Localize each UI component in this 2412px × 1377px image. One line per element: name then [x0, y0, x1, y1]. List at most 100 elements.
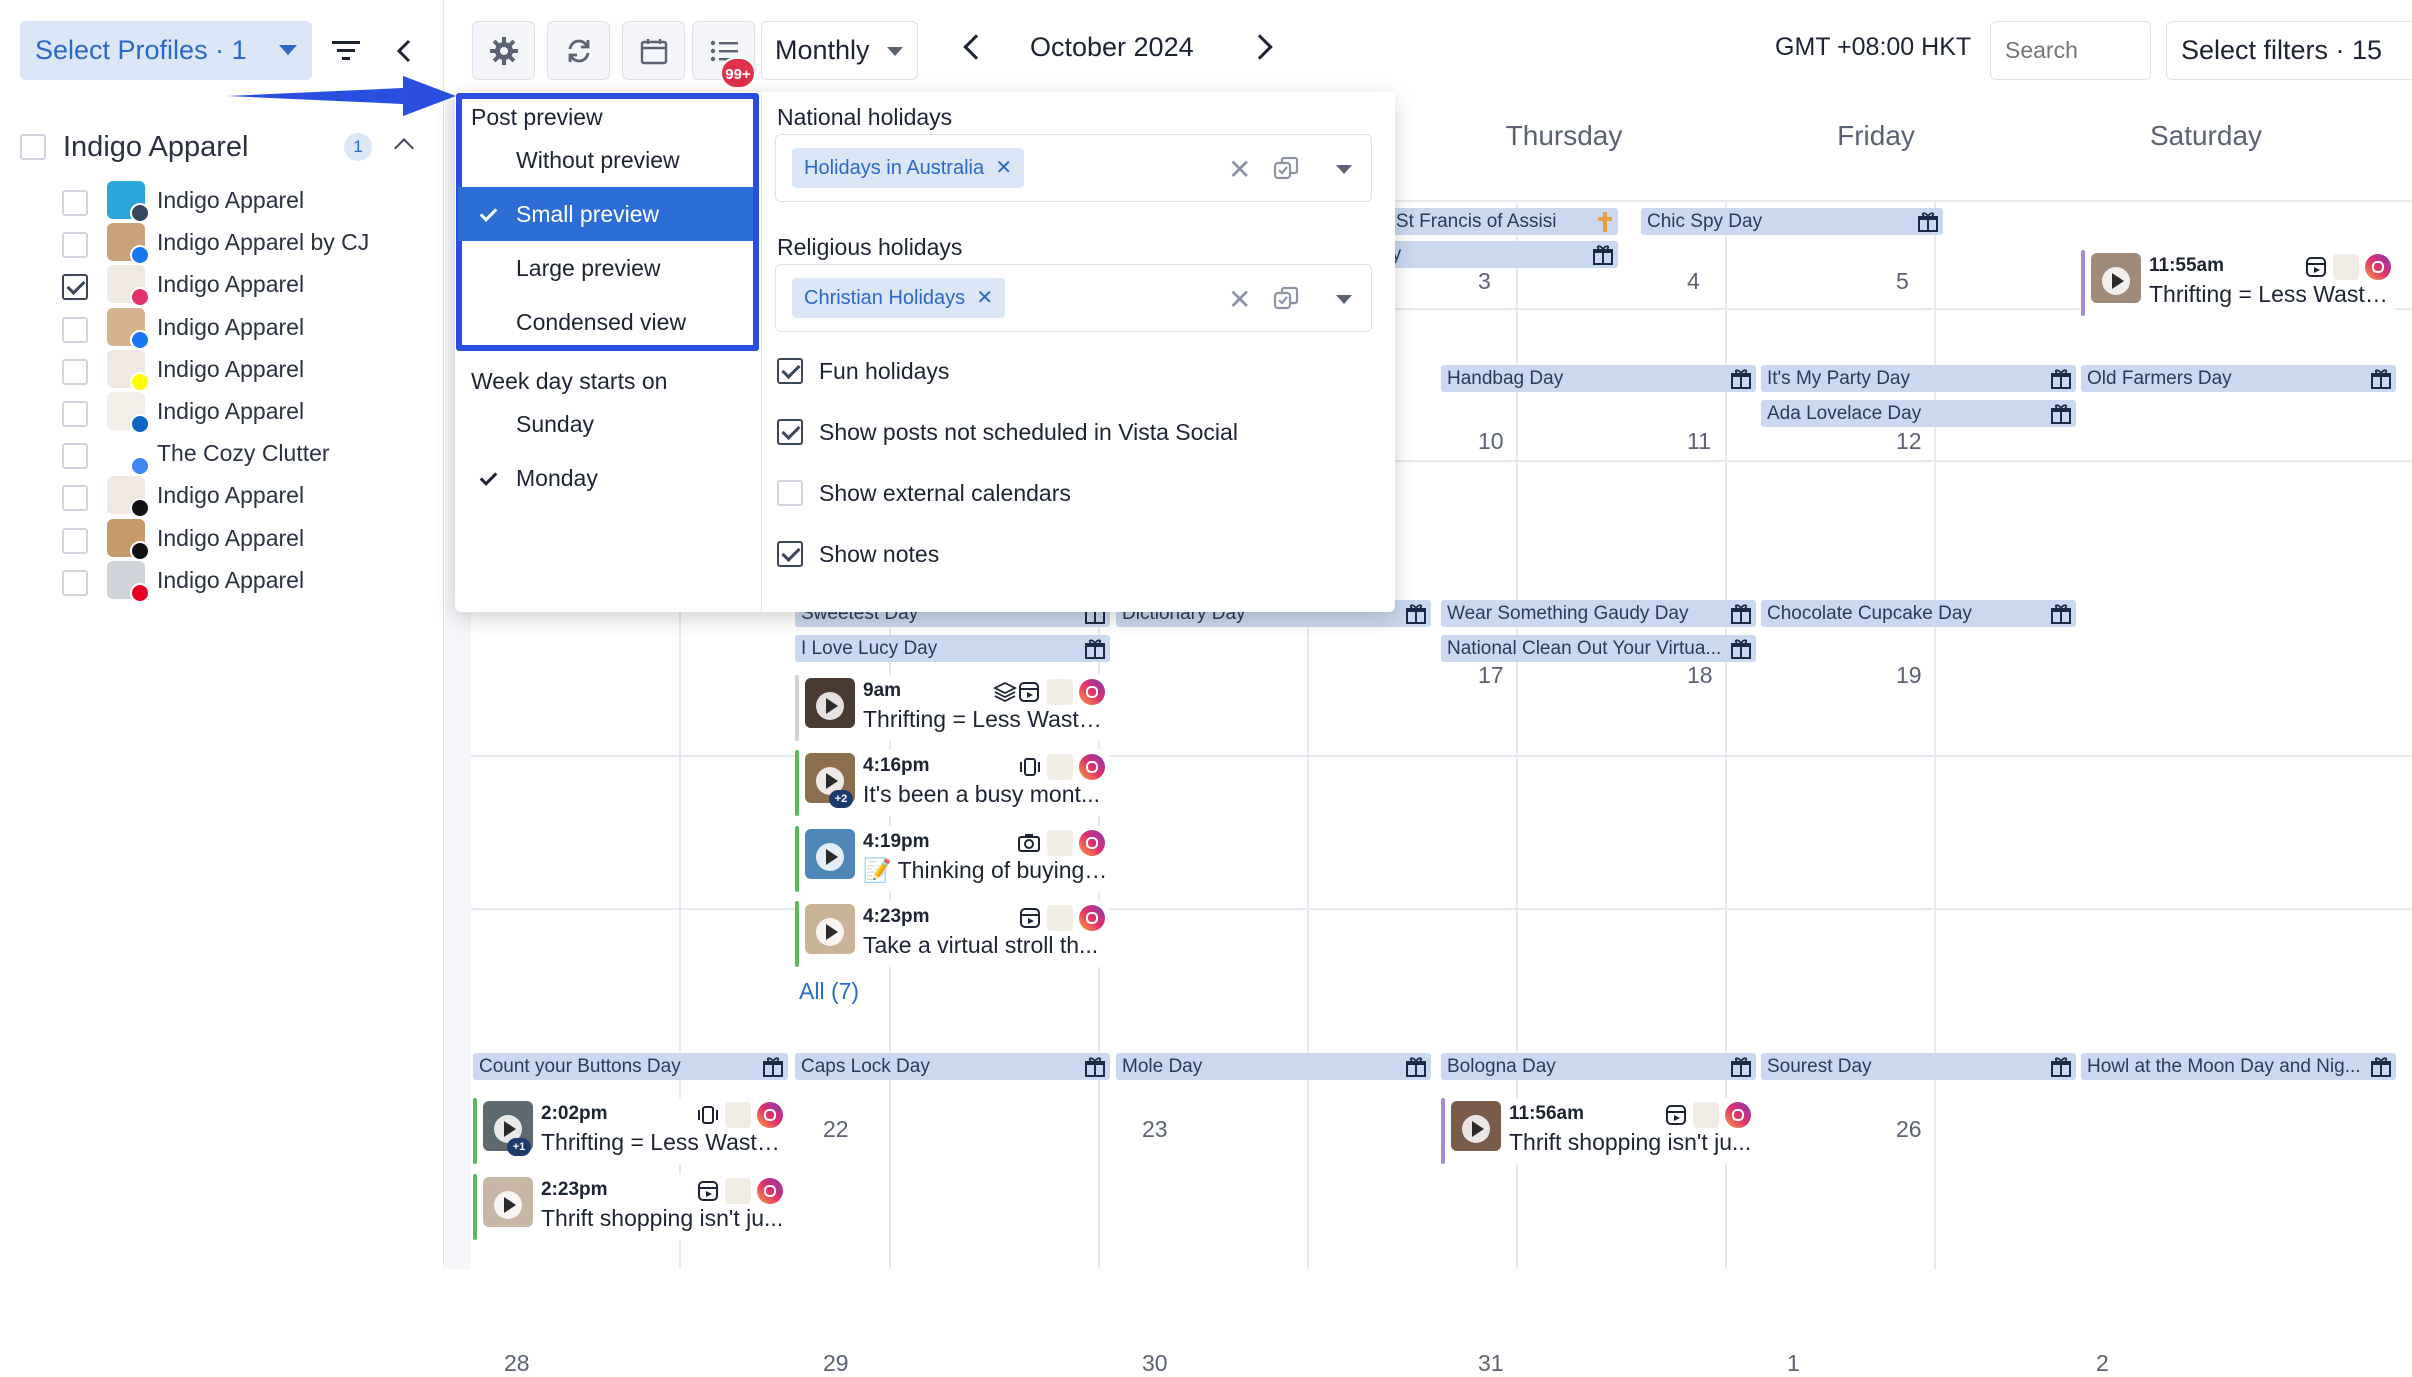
profile-checkbox[interactable]: [62, 443, 88, 470]
show-all-posts-link[interactable]: All (7): [799, 978, 859, 1005]
gift-icon: [2051, 369, 2071, 389]
scheduled-post[interactable]: 4:19pm 📝 Thinking of buying ...: [795, 826, 1109, 892]
scheduled-post[interactable]: +1 2:02pm Thrifting = Less Waste...: [473, 1098, 787, 1164]
scheduled-post[interactable]: +2 4:16pm It's been a busy mont...: [795, 750, 1109, 816]
profile-item[interactable]: Indigo Apparel: [62, 307, 442, 354]
profile-group[interactable]: Indigo Apparel 1: [20, 129, 420, 169]
chevron-down-icon[interactable]: [1336, 295, 1352, 304]
tag-label: Holidays in Australia: [804, 157, 985, 179]
search-input[interactable]: [1990, 21, 2151, 80]
preview-option-large[interactable]: Large preview: [458, 241, 753, 295]
profile-item[interactable]: Indigo Apparel: [62, 265, 442, 311]
profile-item[interactable]: Indigo Apparel by CJ: [62, 223, 442, 269]
gift-icon: [1593, 245, 1613, 265]
holiday-event[interactable]: Wear Something Gaudy Day: [1441, 600, 1756, 627]
profile-name: Indigo Apparel: [157, 355, 305, 382]
profile-name: Indigo Apparel: [157, 482, 305, 509]
profile-checkbox[interactable]: [62, 401, 88, 427]
profile-checkbox[interactable]: [62, 190, 88, 216]
remove-tag-icon[interactable]: ✕: [995, 148, 1012, 188]
post-status-bar: [795, 901, 799, 967]
profile-checkbox[interactable]: [62, 485, 88, 512]
refresh-button[interactable]: [547, 21, 610, 80]
post-time: 11:56am: [1509, 1103, 1585, 1124]
post-text: Thrifting = Less Waste...: [541, 1129, 787, 1155]
profile-checkbox[interactable]: [62, 232, 88, 259]
holiday-event[interactable]: Handbag Day: [1441, 365, 1756, 392]
toggle-checkbox[interactable]: [777, 358, 803, 384]
post-time: 11:55am: [2149, 255, 2225, 276]
profile-item[interactable]: Indigo Apparel: [62, 349, 442, 396]
prev-month-icon[interactable]: [963, 34, 989, 60]
profile-checkbox[interactable]: [62, 358, 88, 385]
view-mode-select[interactable]: Monthly: [761, 21, 918, 80]
holiday-event[interactable]: Bologna Day: [1441, 1053, 1756, 1080]
religious-holidays-select[interactable]: Christian Holidays ✕ ✕: [775, 264, 1372, 332]
national-holidays-select[interactable]: Holidays in Australia ✕ ✕: [775, 134, 1372, 202]
copy-icon[interactable]: [1272, 285, 1300, 313]
holiday-event[interactable]: Old Farmers Day: [2081, 365, 2396, 392]
weekday-option-monday[interactable]: Monday: [458, 451, 753, 505]
toggle-checkbox[interactable]: [777, 480, 803, 506]
profile-checkbox[interactable]: [62, 274, 88, 301]
profile-item[interactable]: Indigo Apparel: [62, 392, 442, 438]
settings-button[interactable]: [472, 21, 535, 80]
holiday-event[interactable]: I Love Lucy Day: [795, 635, 1110, 662]
holiday-event[interactable]: Ada Lovelace Day: [1761, 400, 2076, 427]
toggle-label: Fun holidays: [819, 358, 950, 384]
select-filters-dropdown[interactable]: Select filters · 15: [2166, 21, 2412, 80]
clear-icon[interactable]: ✕: [1228, 153, 1251, 186]
profile-checkbox[interactable]: [62, 569, 88, 596]
collapse-sidebar-icon[interactable]: [392, 36, 416, 66]
profile-checkbox[interactable]: [62, 316, 88, 343]
profile-item[interactable]: Indigo Apparel: [62, 560, 442, 607]
holiday-event[interactable]: National Clean Out Your Virtua...: [1441, 635, 1756, 662]
post-type: [697, 1104, 719, 1126]
holiday-event[interactable]: Howl at the Moon Day and Nig...: [2081, 1053, 2396, 1080]
profile-item[interactable]: The Cozy Clutter: [62, 434, 442, 480]
holiday-event[interactable]: Mole Day: [1116, 1053, 1431, 1080]
instagram-icon: [1079, 905, 1105, 931]
day-number: 4: [1687, 268, 1700, 294]
toggle-checkbox[interactable]: [777, 419, 803, 445]
preview-option-without[interactable]: Without preview: [458, 133, 753, 187]
scheduled-post[interactable]: 2:23pm Thrift shopping isn't ju...: [473, 1174, 787, 1240]
toggle-label: Show external calendars: [819, 480, 1071, 506]
copy-icon[interactable]: [1272, 155, 1300, 183]
play-icon: [816, 918, 844, 946]
preview-option-small[interactable]: Small preview: [458, 187, 753, 241]
filter-icon[interactable]: [330, 36, 362, 66]
holiday-event[interactable]: It's My Party Day: [1761, 365, 2076, 392]
timezone-label[interactable]: GMT +08:00 HKT: [1775, 33, 1971, 62]
next-month-icon[interactable]: [1247, 34, 1273, 60]
holiday-event[interactable]: Chic Spy Day: [1641, 208, 1943, 235]
holiday-event[interactable]: Count your Buttons Day: [473, 1053, 788, 1080]
scheduled-post[interactable]: 9am Thrifting = Less Waste...: [795, 675, 1109, 741]
profile-name: Indigo Apparel: [157, 271, 305, 298]
holiday-event[interactable]: Sourest Day: [1761, 1053, 2076, 1080]
scheduled-post[interactable]: 4:23pm Take a virtual stroll th...: [795, 901, 1109, 967]
profile-item[interactable]: Indigo Apparel: [62, 518, 442, 565]
profile-item[interactable]: Indigo Apparel: [62, 181, 442, 227]
remove-tag-icon[interactable]: ✕: [976, 278, 993, 318]
scheduled-post[interactable]: 11:56am Thrift shopping isn't ju...: [1441, 1098, 1755, 1164]
chevron-down-icon[interactable]: [1336, 165, 1352, 174]
gift-icon: [1918, 212, 1938, 232]
play-icon: [2102, 267, 2130, 295]
clear-icon[interactable]: ✕: [1228, 283, 1251, 316]
chevron-up-icon[interactable]: [394, 138, 414, 158]
holiday-event[interactable]: Chocolate Cupcake Day: [1761, 600, 2076, 627]
toggle-checkbox[interactable]: [777, 541, 803, 567]
profile-checkbox[interactable]: [62, 527, 88, 554]
scheduled-post[interactable]: 11:55am Thrifting = Less Waste...: [2081, 250, 2395, 316]
calendar-view-button[interactable]: [622, 21, 685, 80]
group-checkbox[interactable]: [20, 134, 46, 160]
select-profiles-dropdown[interactable]: Select Profiles · 1: [20, 21, 312, 80]
preview-option-condensed[interactable]: Condensed view: [458, 295, 753, 349]
weekday-option-sunday[interactable]: Sunday: [458, 397, 753, 451]
toggle-label: Show notes: [819, 541, 940, 567]
holiday-event[interactable]: Caps Lock Day: [795, 1053, 1110, 1080]
profile-item[interactable]: Indigo Apparel: [62, 476, 442, 522]
profile-name: Indigo Apparel by CJ: [157, 229, 370, 256]
chevron-down-icon: [279, 45, 297, 55]
